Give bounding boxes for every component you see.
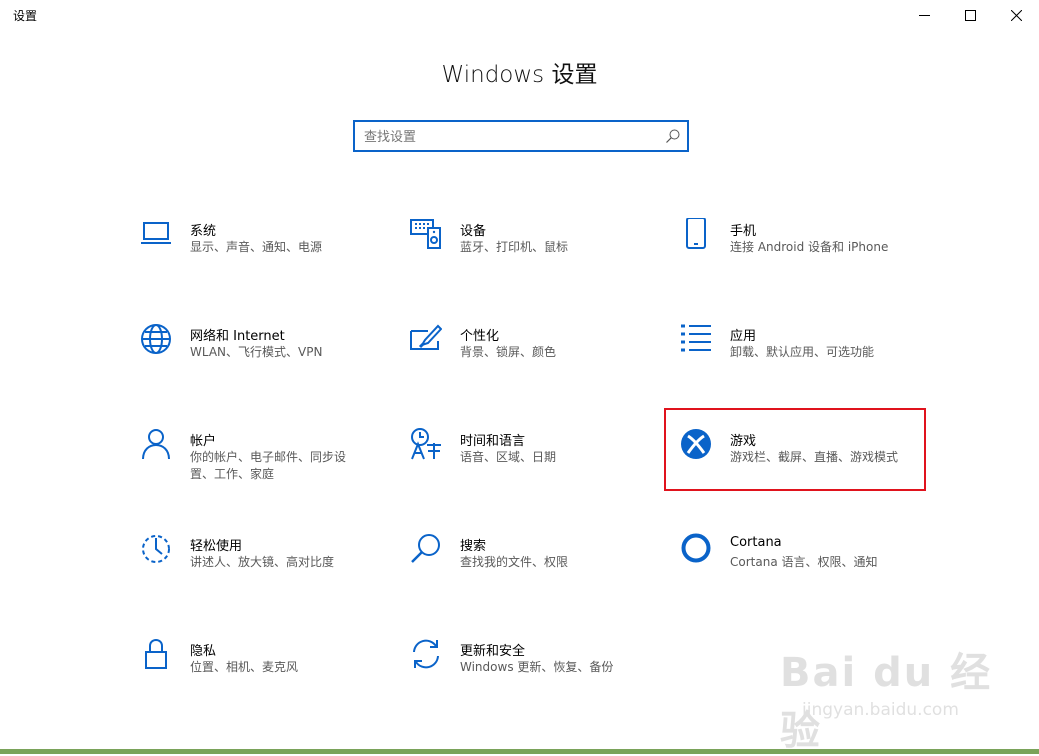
tile-desc: 蓝牙、打印机、鼠标: [460, 240, 569, 254]
minimize-button[interactable]: [901, 0, 947, 30]
person-icon: [140, 428, 172, 462]
highlight-box: [664, 408, 926, 491]
tile-label: 网络和 Internet: [190, 329, 285, 344]
watermark-brand: Bai du 经验: [780, 650, 993, 754]
cortana-icon: [680, 533, 712, 567]
tile-personalization[interactable]: 个性化 背景、锁屏、颜色: [410, 323, 650, 383]
search-box[interactable]: [353, 120, 689, 152]
tile-label: 更新和安全: [460, 644, 526, 659]
tile-desc: WLAN、飞行模式、VPN: [190, 345, 323, 359]
devices-icon: [410, 218, 442, 252]
ease-of-access-icon: [140, 533, 172, 567]
tile-desc: 语音、区域、日期: [460, 450, 557, 464]
tile-desc: 查找我的文件、权限: [460, 555, 569, 569]
tile-desc: Windows 更新、恢复、备份: [460, 660, 614, 674]
personalization-icon: [410, 323, 442, 357]
baidu-watermark: Bai du 经验 jingyan.baidu.com: [780, 640, 1020, 754]
tile-label: Cortana: [730, 535, 782, 550]
close-icon: [1010, 9, 1022, 21]
time-language-icon: [410, 428, 442, 462]
bottom-edge: [0, 749, 1039, 754]
phone-icon: [680, 218, 712, 252]
tile-label: 个性化: [460, 329, 500, 344]
tile-desc: 卸载、默认应用、可选功能: [730, 345, 875, 359]
title-bar: 设置: [0, 0, 1039, 30]
apps-list-icon: [680, 323, 712, 357]
sync-icon: [410, 638, 442, 672]
search-input[interactable]: [364, 127, 654, 147]
laptop-icon: [140, 218, 172, 252]
close-button[interactable]: [993, 0, 1039, 30]
page-title: Windows 设置: [441, 62, 598, 88]
tile-accounts[interactable]: 帐户 你的帐户、电子邮件、同步设置、工作、家庭: [140, 428, 380, 488]
tile-desc: 显示、声音、通知、电源: [190, 240, 323, 254]
tile-search[interactable]: 搜索 查找我的文件、权限: [410, 533, 650, 593]
lock-icon: [140, 638, 172, 672]
tile-label: 搜索: [460, 539, 487, 554]
tile-desc: 你的帐户、电子邮件、同步设置、工作、家庭: [190, 450, 347, 481]
maximize-icon: [964, 9, 976, 21]
tile-network[interactable]: 网络和 Internet WLAN、飞行模式、VPN: [140, 323, 380, 383]
globe-icon: [140, 323, 172, 357]
tile-desc: 讲述人、放大镜、高对比度: [190, 555, 335, 569]
tile-desc: 连接 Android 设备和 iPhone: [730, 240, 889, 254]
tile-label: 手机: [730, 224, 757, 239]
tile-phone[interactable]: 手机 连接 Android 设备和 iPhone: [680, 218, 920, 278]
tile-privacy[interactable]: 隐私 位置、相机、麦克风: [140, 638, 380, 698]
tile-label: 轻松使用: [190, 539, 243, 554]
magnifier-icon: [410, 533, 442, 567]
tile-label: 应用: [730, 329, 757, 344]
tile-devices[interactable]: 设备 蓝牙、打印机、鼠标: [410, 218, 650, 278]
search-icon[interactable]: [665, 128, 681, 144]
tile-label: 隐私: [190, 644, 217, 659]
tile-update-security[interactable]: 更新和安全 Windows 更新、恢复、备份: [410, 638, 650, 698]
tile-system[interactable]: 系统 显示、声音、通知、电源: [140, 218, 380, 278]
tile-label: 系统: [190, 224, 217, 239]
minimize-icon: [918, 14, 930, 16]
tile-desc: 位置、相机、麦克风: [190, 660, 299, 674]
tile-cortana[interactable]: Cortana Cortana 语言、权限、通知: [680, 533, 920, 593]
tile-time-language[interactable]: 时间和语言 语音、区域、日期: [410, 428, 650, 488]
tile-desc: Cortana 语言、权限、通知: [730, 555, 878, 569]
window-title: 设置: [13, 9, 38, 23]
tile-ease-of-access[interactable]: 轻松使用 讲述人、放大镜、高对比度: [140, 533, 380, 593]
tile-label: 帐户: [190, 434, 217, 449]
tile-desc: 背景、锁屏、颜色: [460, 345, 557, 359]
tile-label: 设备: [460, 224, 487, 239]
tile-apps[interactable]: 应用 卸载、默认应用、可选功能: [680, 323, 920, 383]
maximize-button[interactable]: [947, 0, 993, 30]
tile-label: 时间和语言: [460, 434, 526, 449]
watermark-url: jingyan.baidu.com: [802, 700, 959, 720]
